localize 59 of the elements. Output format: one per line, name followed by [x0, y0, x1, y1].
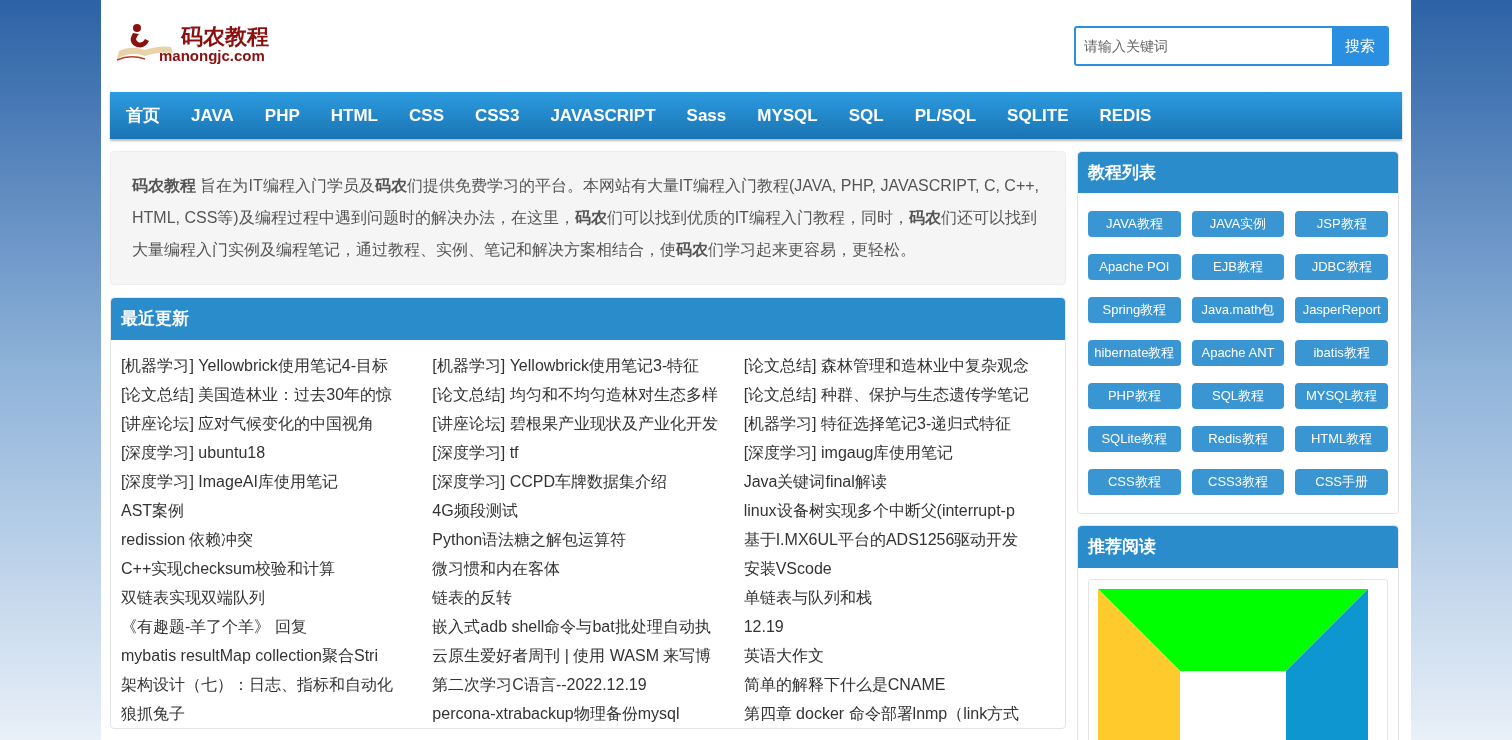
article-link[interactable]: Python语法糖之解包运算符 — [432, 525, 627, 554]
article-link[interactable]: 链表的反转 — [432, 583, 513, 612]
panel-title: 最近更新 — [111, 298, 1065, 340]
article-link[interactable]: 简单的解释下什么是CNAME — [743, 670, 946, 699]
article-link[interactable]: 安装VScode — [743, 554, 832, 583]
article-link[interactable]: Java关键词final解读 — [743, 467, 887, 496]
nav-link[interactable]: CSS — [409, 102, 444, 129]
article-link[interactable]: 架构设计（七）：日志、指标和自动化 — [121, 670, 393, 699]
article-link[interactable]: linux设备树实现多个中断父(interrupt-p — [743, 496, 1015, 525]
article-link[interactable]: [论文总结] 森林管理和造林业中复杂观念 — [743, 351, 1029, 380]
nav-link[interactable]: PL/SQL — [914, 102, 977, 129]
nav-link[interactable]: SQL — [848, 102, 884, 129]
article-link[interactable]: mybatis resultMap collection聚合Stri — [121, 641, 378, 670]
article-link[interactable]: [讲座论坛] 应对气候变化的中国视角 — [121, 409, 375, 438]
article-link[interactable]: [论文总结] 均匀和不均匀造林对生态多样 — [432, 380, 718, 409]
article-link[interactable]: 英语大作文 — [743, 641, 824, 670]
article-link[interactable]: [深度学习] ubuntu18 — [121, 438, 266, 467]
article-link[interactable]: [机器学习] Yellowbrick使用笔记3-特征 — [432, 351, 700, 380]
panel-title: 推荐阅读 — [1078, 526, 1398, 568]
nav-link[interactable]: JAVASCRIPT — [550, 102, 656, 129]
nav-link[interactable]: REDIS — [1099, 102, 1152, 129]
cover-image-drawing[interactable] — [1098, 589, 1368, 740]
article-link[interactable]: AST案例 — [121, 496, 185, 525]
intro-paragraph: 码农教程 旨在为IT编程入门学员及码农们提供免费学习的平台。本网站有大量IT编程入门教程(JAVA, PHP, JAVASCRIPT, C, C++, HTML, CSS等)及编程过程中遇到问题时的解决办法，在这里，码农们可以找到优质的IT编程入门教程，同时，码农们还可以找到大量编程入门实例及编程笔记，通过教程、实例、笔记和解决方案相结合，使码农们学习起来更容易，更轻松。 — [110, 151, 1066, 285]
article-link[interactable]: [深度学习] ImageAI库使用笔记 — [121, 467, 338, 496]
article-link[interactable]: [论文总结] 美国造林业：过去30年的惊 — [121, 380, 393, 409]
logo-title: 码农教程 — [181, 26, 269, 48]
nav-link[interactable]: MYSQL — [757, 102, 818, 129]
nav-link[interactable]: JAVA — [191, 102, 234, 129]
article-link[interactable]: [机器学习] 特征选择笔记3-递归式特征 — [743, 409, 1012, 438]
logo-domain: manongjc.com — [159, 48, 266, 63]
nav-link[interactable]: Sass — [686, 102, 727, 129]
article-link[interactable]: 嵌入式adb shell命令与bat批处理自动执 — [432, 612, 711, 641]
nav-link[interactable]: CSS3 — [475, 102, 520, 129]
article-link[interactable]: redission 依赖冲突 — [121, 525, 254, 554]
article-link[interactable]: C++实现checksum校验和计算 — [121, 554, 336, 583]
article-link[interactable]: 《有趣题-羊了个羊》 回复 — [121, 612, 307, 641]
nav-link[interactable]: SQLITE — [1007, 102, 1069, 129]
article-link[interactable]: 微习惯和内在客体 — [432, 554, 561, 583]
article-link[interactable]: 云原生爱好者周刊 | 使用 WASM 来写博 — [432, 641, 712, 670]
article-link[interactable]: 狼抓兔子 — [121, 699, 185, 728]
article-link[interactable]: 4G频段测试 — [432, 496, 518, 525]
article-link[interactable]: [机器学习] Yellowbrick使用笔记4-目标 — [121, 351, 388, 380]
article-link[interactable]: 第二次学习C语言--2022.12.19 — [432, 670, 647, 699]
article-link[interactable]: [深度学习] imgaug库使用笔记 — [743, 438, 954, 467]
article-link[interactable]: [讲座论坛] 碧根果产业现状及产业化开发 — [432, 409, 718, 438]
article-link[interactable]: 单链表与队列和栈 — [743, 583, 872, 612]
article-link[interactable]: 第四章 docker 命令部署lnmp（link方式 — [743, 699, 1020, 728]
nav-link[interactable]: 首页 — [126, 102, 160, 129]
nav-link[interactable]: HTML — [330, 102, 378, 129]
panel-title: 教程列表 — [1078, 152, 1398, 193]
article-link[interactable]: [论文总结] 种群、保护与生态遗传学笔记 — [743, 380, 1029, 409]
article-link[interactable]: [深度学习] tf — [432, 438, 519, 467]
article-link[interactable]: [深度学习] CCPD车牌数据集介绍 — [432, 467, 667, 496]
article-link[interactable]: 基于I.MX6UL平台的ADS1256驱动开发 — [743, 525, 1019, 554]
article-link[interactable]: percona-xtrabackup物理备份mysql — [432, 699, 680, 728]
article-link[interactable]: 双链表实现双端队列 — [121, 583, 265, 612]
nav-link[interactable]: PHP — [264, 102, 300, 129]
article-link[interactable]: 12.19 — [743, 612, 784, 641]
